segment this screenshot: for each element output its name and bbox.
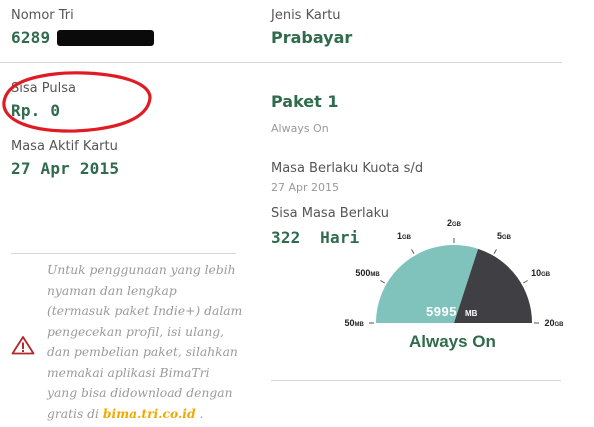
masa-aktif-value: 27 Apr 2015 — [11, 159, 120, 178]
gauge-value-number: 5995 — [426, 304, 457, 319]
gauge-tick-mark — [411, 249, 415, 254]
bottom-divider — [271, 380, 561, 381]
gauge-tick-label: 5GB — [497, 231, 512, 242]
gauge-status: Always On — [409, 332, 496, 351]
top-divider — [0, 62, 562, 63]
notice-line: dan pembelian paket, silahkan — [47, 345, 238, 359]
kuota-label: Masa Berlaku Kuota s/d — [271, 161, 424, 176]
package-name: Paket 1 — [271, 92, 339, 111]
gauge-tick-label: 1GB — [397, 231, 412, 242]
warning-icon — [11, 336, 35, 355]
gauge-value: 5995 MB — [426, 301, 477, 320]
redacted-number-mask — [57, 30, 154, 46]
gauge-tick-label: 2GB — [447, 218, 462, 228]
nomor-value: 6289 — [11, 28, 51, 47]
jenis-kartu-label: Jenis Kartu — [271, 8, 341, 23]
gauge-tick-mark — [523, 280, 528, 284]
package-type: Always On — [271, 122, 329, 135]
data-gauge: 50MB 500MB 1GB 2GB 5GB 10GB 20GB 5995 MB Alway… — [340, 218, 566, 358]
notice-line: nyaman dan lengkap — [47, 283, 177, 298]
notice-line: (termasuk paket Indie+) dalam — [47, 304, 243, 318]
gauge-value-unit: MB — [465, 309, 478, 318]
jenis-kartu-value: Prabayar — [271, 28, 353, 47]
app-notice: Untuk penggunaan yang lebih nyaman dan le… — [47, 260, 247, 424]
red-highlight-circle — [2, 71, 152, 133]
bima-link[interactable]: bima.tri.co.id — [103, 406, 196, 421]
gauge-tick-label: 50MB — [344, 318, 364, 328]
sisa-masa-label: Sisa Masa Berlaku — [271, 206, 389, 221]
notice-line: yang bisa didownload dengan — [47, 386, 233, 400]
notice-line: memakai aplikasi BimaTri — [47, 365, 210, 380]
notice-prefix: gratis di — [47, 406, 103, 421]
gauge-tick-label: 20GB — [544, 318, 564, 328]
notice-line-last: gratis di bima.tri.co.id . — [47, 404, 247, 425]
gauge-tick-label: 10GB — [531, 268, 551, 278]
nomor-label: Nomor Tri — [11, 8, 74, 23]
gauge-tick-mark — [493, 249, 497, 254]
gauge-tick-mark — [380, 280, 385, 284]
notice-line: pengecekan profil, isi ulang, — [47, 324, 225, 339]
notice-line: Untuk penggunaan yang lebih — [47, 263, 236, 277]
gauge-tick-label: 500MB — [355, 268, 380, 278]
masa-aktif-label: Masa Aktif Kartu — [11, 139, 118, 154]
kuota-date: 27 Apr 2015 — [271, 181, 340, 194]
notice-divider — [11, 253, 236, 254]
notice-suffix: . — [195, 406, 204, 421]
